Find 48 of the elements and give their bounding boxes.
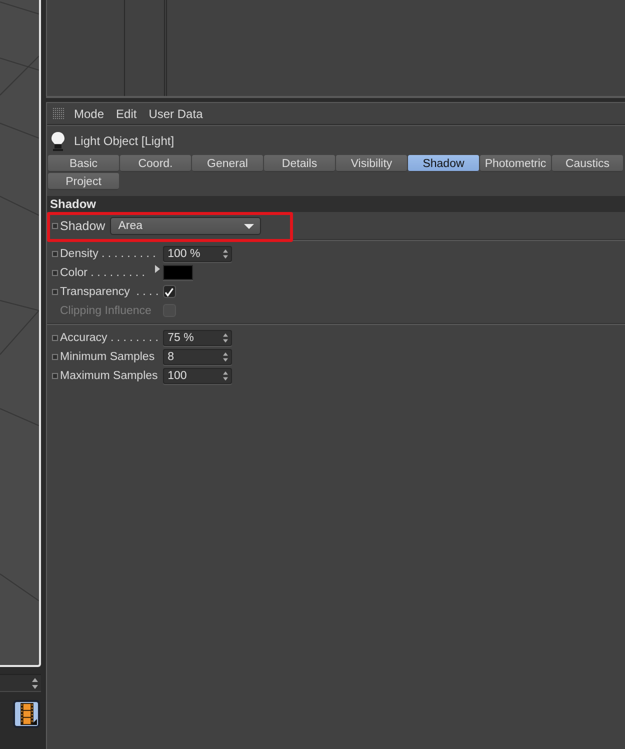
parameter-label: Density . . . . . . . . . bbox=[60, 248, 156, 260]
number-field[interactable] bbox=[0, 674, 41, 692]
caret-icon bbox=[244, 224, 254, 228]
section-title: Shadow bbox=[47, 196, 625, 212]
checkbox[interactable] bbox=[162, 285, 176, 298]
menu-item[interactable]: Edit bbox=[110, 106, 143, 120]
parameter-label: Clipping Influence bbox=[60, 304, 152, 316]
spinner-icon bbox=[222, 352, 228, 362]
square-icon[interactable] bbox=[52, 372, 58, 378]
tab[interactable]: Visibility bbox=[336, 155, 407, 172]
film-strip-icon bbox=[20, 703, 34, 725]
menu-item[interactable]: Mode bbox=[68, 106, 110, 120]
parameter-label: Maximum Samples bbox=[60, 370, 158, 382]
shadow-label: Shadow bbox=[60, 219, 106, 233]
parameter-label: Accuracy . . . . . . . . bbox=[60, 332, 158, 344]
tab[interactable]: Basic bbox=[48, 155, 119, 172]
number-field[interactable]: 75 % bbox=[162, 330, 232, 346]
square-icon[interactable] bbox=[52, 223, 58, 229]
square-icon[interactable] bbox=[52, 334, 58, 340]
square-icon[interactable] bbox=[52, 270, 58, 276]
square-icon[interactable] bbox=[52, 354, 58, 360]
tab[interactable]: Photometric bbox=[480, 155, 551, 172]
square-icon[interactable] bbox=[52, 250, 58, 256]
tab[interactable]: General bbox=[192, 155, 263, 172]
number-field[interactable]: 8 bbox=[162, 348, 232, 364]
tab[interactable]: Caustics bbox=[552, 155, 623, 172]
tab[interactable]: Coord. bbox=[120, 155, 191, 172]
color-swatch[interactable] bbox=[162, 265, 193, 280]
light-bulb-icon bbox=[50, 130, 66, 150]
square-icon[interactable] bbox=[52, 288, 58, 294]
tab[interactable]: Details bbox=[264, 155, 335, 172]
spinner-icon bbox=[32, 678, 38, 688]
number-field[interactable]: 100 bbox=[162, 368, 232, 384]
tab[interactable]: Project bbox=[48, 173, 119, 190]
corner-triangle-icon bbox=[31, 719, 37, 725]
object-title: Light Object [Light] bbox=[74, 134, 174, 148]
shadow-dropdown[interactable]: Area bbox=[110, 217, 262, 235]
tab[interactable]: Shadow bbox=[408, 155, 479, 172]
parameter-label: Color . . . . . . . . . bbox=[60, 266, 145, 278]
number-field[interactable]: 100 % bbox=[162, 246, 232, 262]
parameter-label: Minimum Samples bbox=[60, 350, 155, 362]
parameter-label: Transparency . . . . bbox=[60, 286, 159, 298]
spinner-icon bbox=[222, 332, 228, 342]
film-button[interactable] bbox=[13, 700, 40, 728]
menu-item[interactable]: User Data bbox=[142, 106, 209, 120]
spinner-icon bbox=[222, 370, 228, 380]
spinner-icon bbox=[222, 248, 228, 258]
expand-triangle-icon[interactable] bbox=[154, 265, 160, 273]
